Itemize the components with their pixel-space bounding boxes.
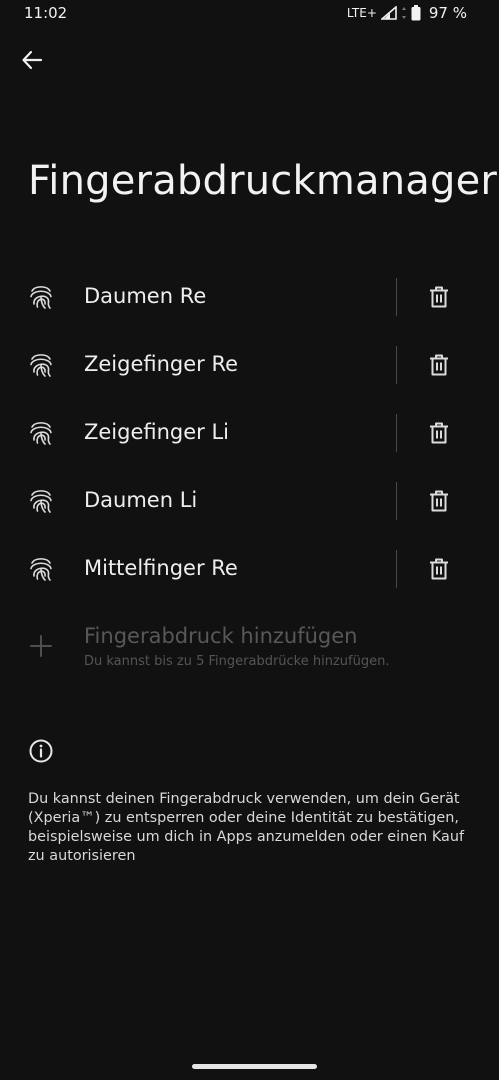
fingerprint-name: Daumen Re (84, 284, 207, 308)
item-divider (396, 414, 397, 452)
add-fingerprint-subtitle: Du kannst bis zu 5 Fingerabdrücke hinzuf… (84, 654, 390, 669)
fingerprint-list: Daumen Re Zeigefinger Re Zeigefinger Li … (0, 263, 499, 603)
delete-fingerprint-button[interactable] (420, 277, 458, 317)
plus-icon (30, 635, 52, 657)
delete-fingerprint-button[interactable] (420, 481, 458, 521)
item-divider (396, 550, 397, 588)
fingerprint-name: Zeigefinger Li (84, 420, 230, 444)
trash-icon (430, 422, 448, 444)
back-button[interactable] (14, 42, 50, 78)
add-fingerprint-title: Fingerabdruck hinzufügen (84, 624, 358, 648)
trash-icon (430, 558, 448, 580)
info-icon (29, 739, 53, 763)
delete-fingerprint-button[interactable] (420, 549, 458, 589)
fingerprint-name: Mittelfinger Re (84, 556, 238, 580)
signal-icon (380, 6, 397, 20)
fingerprint-icon (30, 558, 52, 581)
page-title: Fingerabdruckmanager (28, 158, 498, 204)
trash-icon (430, 354, 448, 376)
fingerprint-name: Zeigefinger Re (84, 352, 239, 376)
item-divider (396, 278, 397, 316)
status-icons: LTE+ 97 % (347, 4, 467, 22)
fingerprint-item[interactable]: Daumen Li (0, 467, 499, 535)
fingerprint-icon (30, 422, 52, 445)
trash-icon (430, 490, 448, 512)
data-arrows-icon (401, 7, 406, 19)
fingerprint-item[interactable]: Mittelfinger Re (0, 535, 499, 603)
fingerprint-name: Daumen Li (84, 488, 198, 512)
trash-icon (430, 286, 448, 308)
delete-fingerprint-button[interactable] (420, 413, 458, 453)
add-fingerprint-item[interactable]: Fingerabdruck hinzufügen Du kannst bis z… (0, 614, 499, 682)
fingerprint-icon (30, 354, 52, 377)
info-description: Du kannst deinen Fingerabdruck verwenden… (28, 791, 465, 864)
network-type: LTE+ (346, 6, 377, 20)
fingerprint-item[interactable]: Daumen Re (0, 263, 499, 331)
status-time: 11:02 (24, 4, 68, 22)
status-bar: 11:02 LTE+ 97 % (0, 0, 499, 28)
item-divider (396, 346, 397, 384)
arrow-left-icon (22, 50, 43, 70)
fingerprint-item[interactable]: Zeigefinger Li (0, 399, 499, 467)
gesture-nav-handle[interactable] (192, 1064, 317, 1069)
fingerprint-item[interactable]: Zeigefinger Re (0, 331, 499, 399)
battery-icon (411, 5, 421, 21)
delete-fingerprint-button[interactable] (420, 345, 458, 385)
fingerprint-icon (30, 286, 52, 309)
fingerprint-icon (30, 490, 52, 513)
item-divider (396, 482, 397, 520)
battery-percentage: 97 % (428, 4, 467, 22)
